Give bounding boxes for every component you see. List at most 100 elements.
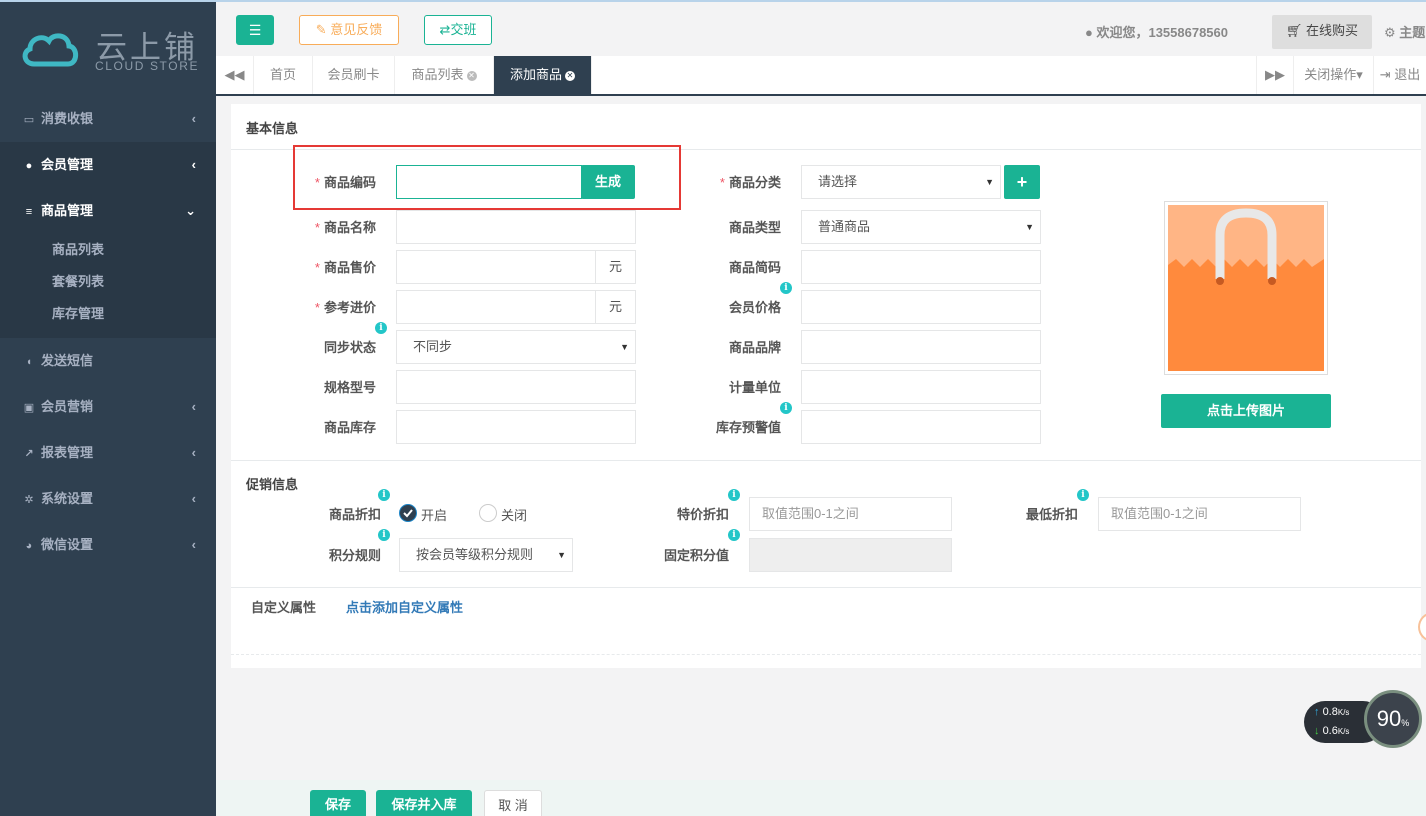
sidebar-item-label: 报表管理 xyxy=(41,445,94,460)
price-input[interactable] xyxy=(396,250,596,284)
sidebar-item-cashier[interactable]: ▭ 消费收银 ‹ xyxy=(0,96,216,142)
sync-value: 不同步 xyxy=(413,339,453,354)
briefcase-icon: ▣ xyxy=(23,402,35,414)
sidebar-item-sms[interactable]: ◖ 发送短信 xyxy=(0,338,216,384)
save-button[interactable]: 保存 xyxy=(310,790,366,816)
discount-on-radio[interactable] xyxy=(399,504,417,522)
caret-down-icon: ▼ xyxy=(985,177,994,187)
cogs-icon: ✲ xyxy=(24,494,34,506)
sidebar-subitem-package-list[interactable]: 套餐列表 xyxy=(0,266,216,298)
menu-toggle-button[interactable]: ☰ xyxy=(236,15,274,45)
download-speed: 0.6 xyxy=(1322,725,1338,737)
category-value: 请选择 xyxy=(818,174,858,189)
upload-speed: 0.8 xyxy=(1322,706,1338,718)
special-discount-input[interactable]: 取值范围0-1之间 xyxy=(749,497,952,531)
shift-button[interactable]: ⇄交班 xyxy=(424,15,492,45)
chevron-left-icon: ‹ xyxy=(191,445,196,460)
cart-icon: 🛒︎ xyxy=(1285,23,1307,38)
category-label: * 商品分类 xyxy=(719,175,781,190)
caret-down-icon: ▼ xyxy=(620,342,629,352)
tab-scroll-left-button[interactable]: ◀◀ xyxy=(216,56,254,94)
tab-add-goods[interactable]: 添加商品 ✕ xyxy=(494,56,592,94)
chevron-left-icon: ‹ xyxy=(191,111,196,126)
theme-link[interactable]: ⚙ 主题 xyxy=(1384,22,1425,41)
sidebar-item-marketing[interactable]: ▣ 会员营销 ‹ xyxy=(0,384,216,430)
sidebar-item-wechat[interactable]: ◕ 微信设置 ‹ xyxy=(0,522,216,568)
comment-icon: ◖ xyxy=(25,356,33,368)
feedback-button[interactable]: ✎ 意见反馈 xyxy=(299,15,399,45)
info-icon[interactable]: i xyxy=(728,489,740,501)
buy-online-button[interactable]: 🛒︎ 在线购买 xyxy=(1272,15,1372,49)
spec-input[interactable] xyxy=(396,370,636,404)
chevron-left-icon: ‹ xyxy=(191,537,196,552)
name-input[interactable] xyxy=(396,210,636,244)
sidebar-item-label: 会员管理 xyxy=(41,157,94,172)
info-icon[interactable]: i xyxy=(378,489,390,501)
add-category-button[interactable]: + xyxy=(1004,165,1040,199)
points-rule-select[interactable]: 按会员等级积分规则 ▼ xyxy=(399,538,573,572)
add-custom-attr-link[interactable]: 点击添加自定义属性 xyxy=(346,597,463,616)
chevron-down-icon: ⌄ xyxy=(185,203,196,218)
stock-input[interactable] xyxy=(396,410,636,444)
warn-input[interactable] xyxy=(801,410,1041,444)
cost-input[interactable] xyxy=(396,290,596,324)
sidebar-item-reports[interactable]: ↗ 报表管理 ‹ xyxy=(0,430,216,476)
info-icon[interactable]: i xyxy=(780,282,792,294)
min-discount-input[interactable]: 取值范围0-1之间 xyxy=(1098,497,1301,531)
arrow-up-icon: ↑ xyxy=(1314,706,1320,718)
form-footer: 保存 保存并入库 取 消 xyxy=(216,780,1426,816)
name-label: * 商品名称 xyxy=(314,220,376,235)
upload-image-button[interactable]: 点击上传图片 xyxy=(1161,394,1331,428)
sidebar-subitem-goods-list[interactable]: 商品列表 xyxy=(0,234,216,266)
discount-off-radio[interactable] xyxy=(479,504,497,522)
tab-home[interactable]: 首页 xyxy=(254,56,313,94)
info-icon[interactable]: i xyxy=(780,402,792,414)
cancel-button[interactable]: 取 消 xyxy=(484,790,542,816)
shift-label: 交班 xyxy=(450,22,477,37)
info-icon[interactable]: i xyxy=(1077,489,1089,501)
sidebar: 云上铺 CLOUD STORE ▭ 消费收银 ‹ ● 会员管理 ‹ ≡ 商品管理 ⌄ 商品列… xyxy=(0,2,216,816)
product-image-preview[interactable] xyxy=(1164,201,1328,375)
sign-out-icon: ⇥ xyxy=(1379,67,1395,82)
sidebar-item-settings[interactable]: ✲ 系统设置 ‹ xyxy=(0,476,216,522)
tab-member-card[interactable]: 会员刷卡 xyxy=(313,56,395,94)
close-icon[interactable]: ✕ xyxy=(565,70,575,81)
user-icon: ● xyxy=(25,160,33,172)
welcome-label: 欢迎您，13558678560 xyxy=(1096,25,1228,40)
unit-input[interactable] xyxy=(801,370,1041,404)
save-stock-button[interactable]: 保存并入库 xyxy=(376,790,472,816)
min-discount-label: 最低折扣 xyxy=(1025,507,1078,522)
card-icon: ▭ xyxy=(23,114,35,126)
close-icon[interactable]: ✕ xyxy=(466,70,477,81)
logout-button[interactable]: ⇥ 退出 xyxy=(1374,56,1426,94)
tab-scroll-right-button[interactable]: ▶▶ xyxy=(1256,56,1294,94)
database-icon: ≡ xyxy=(25,206,33,218)
brand-name-en: CLOUD STORE xyxy=(95,59,200,73)
user-icon: ● xyxy=(1085,25,1097,40)
discount-label: 商品折扣 xyxy=(328,507,381,522)
divider xyxy=(231,587,1421,588)
sidebar-item-label: 会员营销 xyxy=(41,399,94,414)
divider xyxy=(231,654,1421,655)
abbr-input[interactable] xyxy=(801,250,1041,284)
tab-goods-list[interactable]: 商品列表 ✕ xyxy=(395,56,494,94)
promo-info-title: 促销信息 xyxy=(246,477,299,492)
info-icon[interactable]: i xyxy=(378,529,390,541)
type-select[interactable]: 普通商品 ▼ xyxy=(801,210,1041,244)
info-icon[interactable]: i xyxy=(375,322,387,334)
sidebar-item-goods[interactable]: ≡ 商品管理 ⌄ xyxy=(0,188,216,234)
member-price-input[interactable] xyxy=(801,290,1041,324)
sidebar-subitem-stock[interactable]: 库存管理 xyxy=(0,298,216,330)
cost-label: * 参考进价 xyxy=(314,300,376,315)
chevron-left-icon: ‹ xyxy=(191,157,196,172)
sidebar-item-members[interactable]: ● 会员管理 ‹ xyxy=(0,142,216,188)
info-icon[interactable]: i xyxy=(728,529,740,541)
buy-label: 在线购买 xyxy=(1306,23,1359,38)
sync-select[interactable]: 不同步 ▼ xyxy=(396,330,636,364)
member-price-label: 会员价格 xyxy=(728,300,781,315)
custom-attr-label: 自定义属性 xyxy=(251,600,317,615)
memory-gauge[interactable]: 90% xyxy=(1364,690,1422,748)
brand-input[interactable] xyxy=(801,330,1041,364)
category-select[interactable]: 请选择 ▼ xyxy=(801,165,1001,199)
close-ops-dropdown[interactable]: 关闭操作▾ xyxy=(1294,56,1374,94)
